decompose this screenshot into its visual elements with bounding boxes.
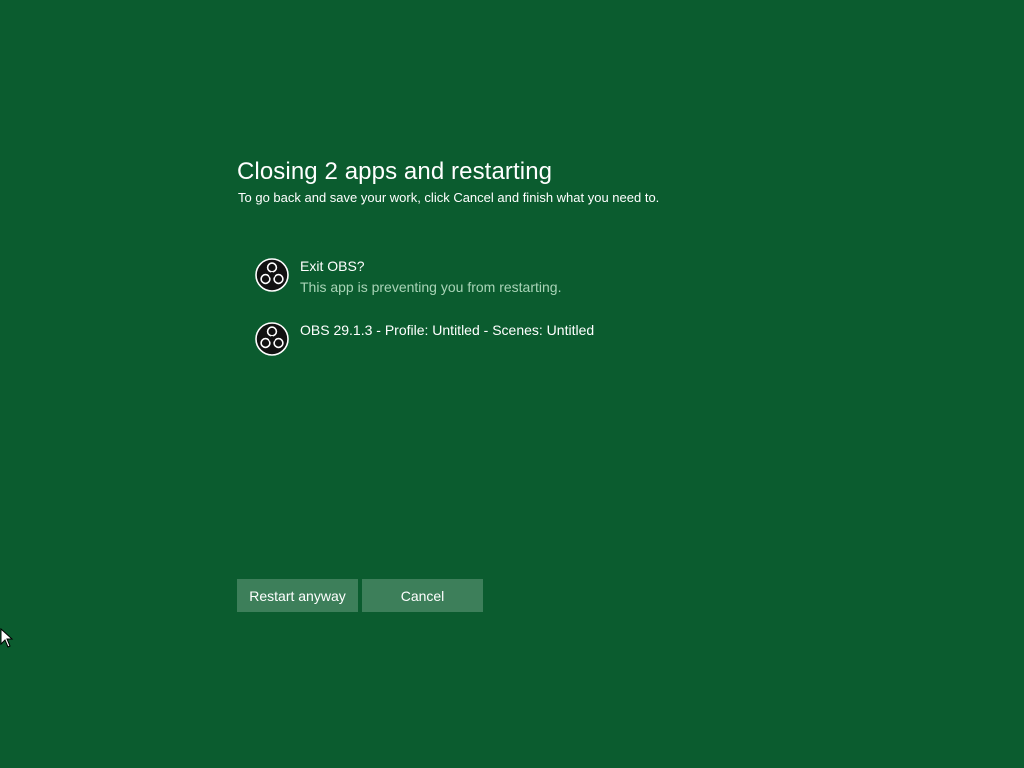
cancel-button[interactable]: Cancel [362,579,483,612]
app-list: Exit OBS? This app is preventing you fro… [255,256,775,384]
page-title: Closing 2 apps and restarting [237,158,553,185]
page-subtitle: To go back and save your work, click Can… [238,190,660,205]
app-text: OBS 29.1.3 - Profile: Untitled - Scenes:… [300,321,594,339]
app-title: OBS 29.1.3 - Profile: Untitled - Scenes:… [300,322,595,338]
mouse-pointer-icon [0,628,14,648]
shutdown-screen: Closing 2 apps and restarting To go back… [0,0,1024,768]
list-item-obs-window: OBS 29.1.3 - Profile: Untitled - Scenes:… [255,320,775,368]
app-text: Exit OBS? This app is preventing you fro… [300,257,561,297]
obs-icon [255,322,289,356]
app-title: Exit OBS? [300,258,365,274]
list-item-exit-obs: Exit OBS? This app is preventing you fro… [255,256,775,304]
app-description: This app is preventing you from restarti… [300,279,562,295]
obs-icon [255,258,289,292]
restart-anyway-button[interactable]: Restart anyway [237,579,358,612]
